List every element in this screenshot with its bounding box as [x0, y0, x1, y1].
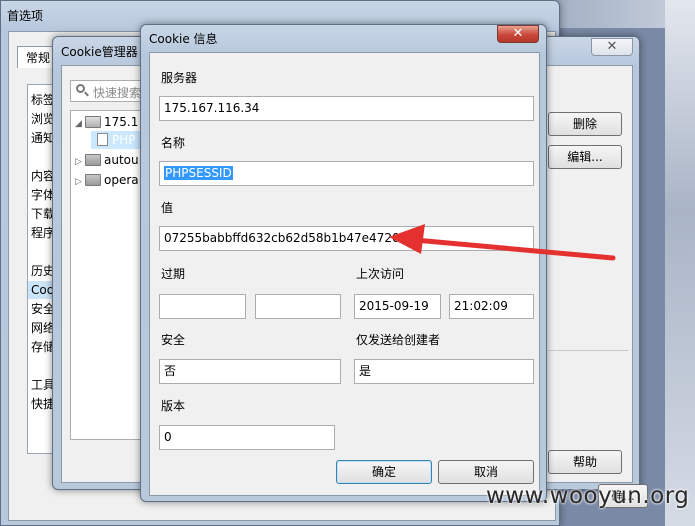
- expires-time-field[interactable]: [255, 294, 341, 319]
- server-field[interactable]: 175.167.116.34: [159, 96, 534, 121]
- divider: [548, 350, 628, 351]
- tree-node-autou[interactable]: ▷ autou: [75, 151, 139, 169]
- creator-only-field[interactable]: 是: [354, 359, 534, 384]
- tree-node-host[interactable]: ◢ 175.1: [75, 113, 138, 131]
- watermark-text: www.wooyun.org: [486, 483, 690, 509]
- folder-icon: [85, 154, 101, 166]
- cookie-info-close-button[interactable]: ✕: [497, 25, 539, 43]
- cookie-manager-title: Cookie管理器: [61, 45, 138, 59]
- cookie-manager-close-button[interactable]: ✕: [591, 38, 633, 56]
- name-field[interactable]: PHPSESSID: [159, 161, 534, 186]
- tree-node-opera[interactable]: ▷ opera: [75, 171, 139, 189]
- tab-general-label: 常规: [25, 51, 50, 65]
- cookie-info-title: Cookie 信息: [149, 32, 218, 46]
- expand-icon: ▷: [75, 177, 82, 187]
- delete-button[interactable]: 删除: [548, 112, 622, 136]
- preferences-title: 首选项: [7, 9, 44, 23]
- expand-icon: ▷: [75, 157, 82, 167]
- close-icon: ✕: [606, 39, 618, 54]
- folder-icon: [85, 174, 101, 186]
- search-placeholder: 快速搜索: [93, 86, 142, 100]
- cookie-info-client: 服务器 175.167.116.34 名称 PHPSESSID 值 07255b…: [149, 52, 540, 496]
- last-access-date-field[interactable]: 2015-09-19: [354, 294, 441, 319]
- file-icon: [97, 133, 108, 146]
- cancel-button[interactable]: 取消: [438, 460, 534, 484]
- background-right: [665, 0, 695, 526]
- annotation-arrow-icon: [389, 224, 616, 261]
- last-access-time-field[interactable]: 21:02:09: [449, 294, 534, 319]
- version-label: 版本: [161, 399, 186, 413]
- expires-date-field[interactable]: [159, 294, 246, 319]
- version-field[interactable]: 0: [159, 425, 335, 450]
- expires-label: 过期: [161, 267, 186, 281]
- server-label: 服务器: [161, 71, 198, 85]
- ok-button[interactable]: 确定: [336, 460, 432, 484]
- name-value: PHPSESSID: [164, 166, 233, 180]
- search-input[interactable]: 快速搜索: [70, 80, 150, 102]
- name-label: 名称: [161, 136, 186, 150]
- help-button[interactable]: 帮助: [548, 450, 622, 474]
- close-icon: ✕: [512, 26, 524, 41]
- secure-field[interactable]: 否: [159, 359, 341, 384]
- collapse-icon: ◢: [75, 119, 82, 129]
- value-label: 值: [161, 201, 174, 215]
- edit-button[interactable]: 编辑...: [548, 145, 622, 169]
- secure-label: 安全: [161, 333, 186, 347]
- folder-icon: [85, 116, 101, 128]
- search-icon-handle: [84, 91, 89, 97]
- cookie-tree: ◢ 175.1 PHP ▷ autou ▷ opera: [70, 110, 150, 440]
- creator-only-label: 仅发送给创建者: [356, 333, 441, 347]
